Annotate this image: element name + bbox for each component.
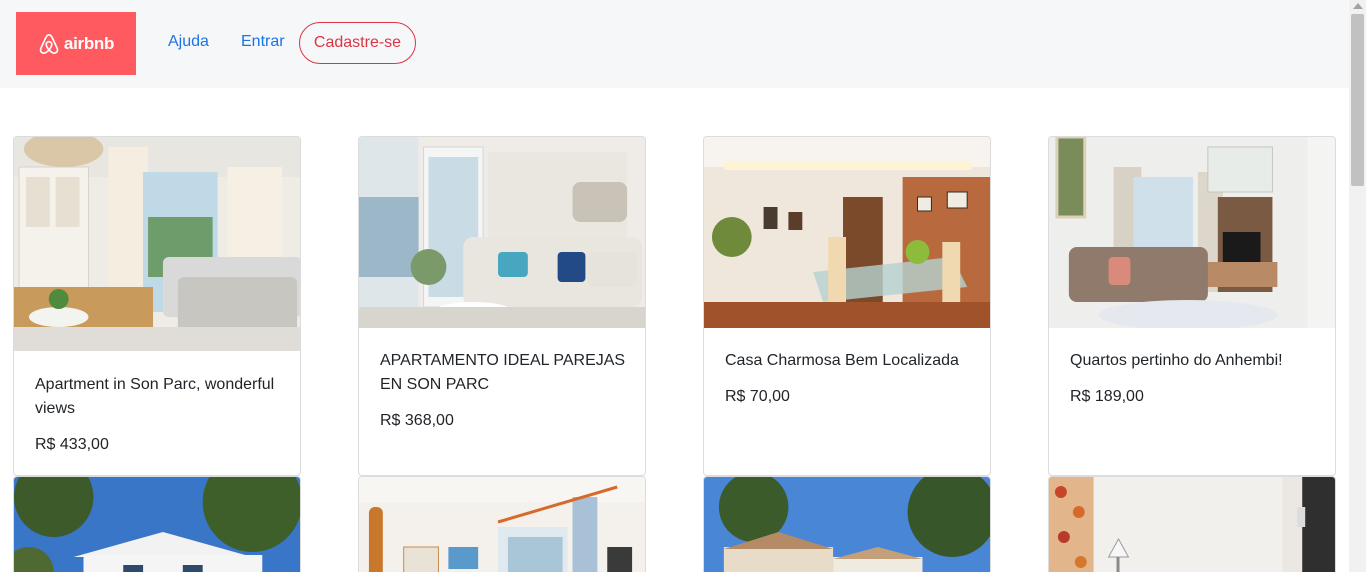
listing-card[interactable]: Quartos pertinho do Anhembi! R$ 189,00 — [1048, 136, 1336, 476]
brand-name: airbnb — [63, 33, 115, 53]
listing-title[interactable]: Quartos pertinho do Anhembi! — [1070, 349, 1319, 373]
listing-details: Casa Charmosa Bem Localizada R$ 70,00 — [725, 349, 974, 409]
living-room-image — [14, 137, 300, 351]
listing-photo[interactable] — [1049, 477, 1335, 572]
signup-button[interactable]: Cadastre-se — [299, 22, 416, 64]
scrollbar-thumb[interactable] — [1351, 14, 1364, 186]
villa-exterior-image — [14, 477, 300, 572]
sofa-living-room-image — [359, 137, 645, 328]
listing-card[interactable]: APARTAMENTO IDEAL PAREJAS EN SON PARC R$… — [358, 136, 646, 476]
listing-photo[interactable] — [359, 137, 645, 328]
listing-price: R$ 368,00 — [380, 412, 454, 429]
scroll-up-arrow-icon[interactable] — [1353, 3, 1363, 9]
listing-price: R$ 189,00 — [1070, 388, 1144, 405]
listing-photo[interactable] — [1049, 137, 1335, 328]
dining-room-image — [704, 137, 990, 328]
listing-photo[interactable] — [359, 477, 645, 572]
listing-title[interactable]: Casa Charmosa Bem Localizada — [725, 349, 974, 373]
listing-photo[interactable] — [14, 477, 300, 572]
brand-logo[interactable]: airbnb — [16, 12, 136, 75]
listing-photo[interactable] — [704, 477, 990, 572]
nav-login-link[interactable]: Entrar — [241, 33, 285, 51]
listing-photo[interactable] — [704, 137, 990, 328]
listing-card[interactable] — [1048, 476, 1336, 572]
apartment-room-image — [1049, 137, 1335, 328]
houses-exterior-image — [704, 477, 990, 572]
listing-photo[interactable] — [14, 137, 300, 351]
navbar: airbnb Ajuda Entrar Cadastre-se — [0, 0, 1349, 88]
listing-title[interactable]: APARTAMENTO IDEAL PAREJAS EN SON PARC — [380, 349, 629, 397]
airbnb-logo-icon — [39, 33, 59, 54]
listing-details: Quartos pertinho do Anhembi! R$ 189,00 — [1070, 349, 1319, 409]
listing-price: R$ 433,00 — [35, 436, 109, 453]
listing-card[interactable] — [358, 476, 646, 572]
listing-title[interactable]: Apartment in Son Parc, wonderful views — [35, 373, 284, 421]
listing-card[interactable]: Casa Charmosa Bem Localizada R$ 70,00 — [703, 136, 991, 476]
listing-price: R$ 70,00 — [725, 388, 790, 405]
bright-room-image — [359, 477, 645, 572]
listing-card[interactable] — [13, 476, 301, 572]
bedroom-interior-image — [1049, 477, 1335, 572]
nav-help-link[interactable]: Ajuda — [168, 33, 209, 51]
listing-details: APARTAMENTO IDEAL PAREJAS EN SON PARC R$… — [380, 349, 629, 433]
listing-card[interactable]: Apartment in Son Parc, wonderful views R… — [13, 136, 301, 476]
listing-details: Apartment in Son Parc, wonderful views R… — [35, 373, 284, 457]
listing-card[interactable] — [703, 476, 991, 572]
